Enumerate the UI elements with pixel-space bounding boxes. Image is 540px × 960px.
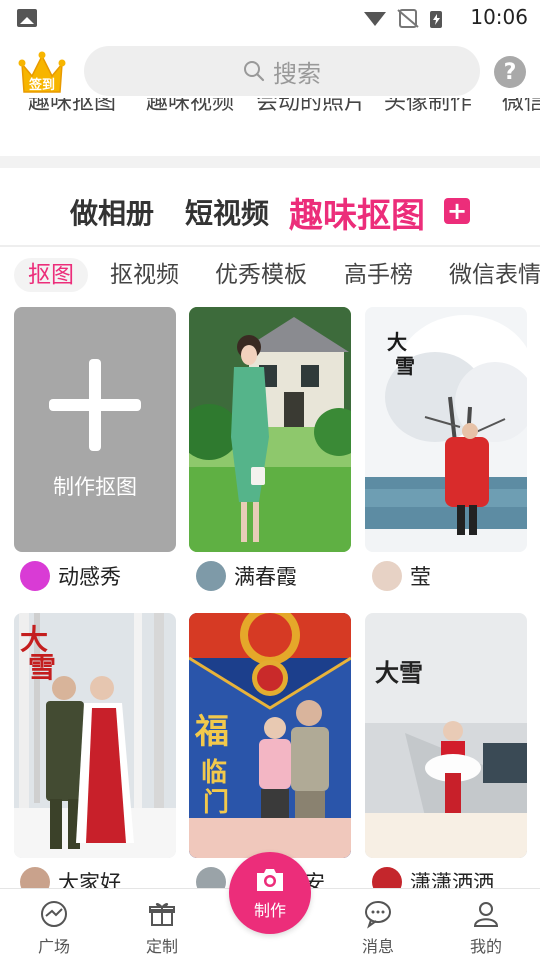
- search-icon: [244, 61, 265, 82]
- nav-label: 消息: [361, 937, 394, 956]
- svg-text:雪: 雪: [28, 651, 56, 684]
- tab-short-video[interactable]: 短视频: [185, 192, 269, 232]
- status-bar: 10:06: [0, 0, 540, 36]
- nav-plaza[interactable]: 广场: [14, 899, 94, 957]
- avatar: [196, 561, 226, 591]
- plaza-icon: [41, 901, 67, 927]
- nav-label: 我的: [469, 937, 502, 956]
- make-cutout-card[interactable]: 制作抠图: [14, 307, 176, 552]
- post-author[interactable]: 满春霞: [196, 558, 297, 594]
- post-author[interactable]: 动感秀: [20, 558, 121, 594]
- profile-icon: [473, 902, 499, 927]
- post-image[interactable]: 大 雪: [14, 613, 176, 858]
- tab-album[interactable]: 做相册: [70, 192, 154, 232]
- subtab-cutout[interactable]: 抠图: [14, 258, 88, 292]
- nav-custom[interactable]: 定制: [122, 899, 202, 957]
- app-screen: 10:06 签到 搜索 ? 趣味抠图 趣味视频 会动的照片 头像制作 微信 做相…: [0, 0, 540, 960]
- svg-text:大雪: 大雪: [375, 658, 423, 687]
- nav-messages[interactable]: 消息: [338, 899, 418, 957]
- post-author[interactable]: 莹: [372, 558, 431, 594]
- crown-icon: 签到: [18, 51, 66, 93]
- category-item[interactable]: 趣味抠图: [28, 98, 116, 116]
- subtab-templates[interactable]: 优秀模板: [215, 258, 307, 292]
- category-row: 趣味抠图 趣味视频 会动的照片 头像制作 微信: [0, 98, 540, 122]
- nav-label: 广场: [37, 937, 70, 956]
- message-icon: [365, 901, 391, 929]
- snow-tree-photo: 大 雪: [365, 307, 527, 552]
- svg-text:福: 福: [194, 712, 229, 752]
- svg-text:临: 临: [201, 757, 227, 788]
- category-item[interactable]: 趣味视频: [146, 98, 234, 116]
- nav-profile[interactable]: 我的: [446, 899, 526, 957]
- make-cutout-label: 制作抠图: [53, 474, 137, 499]
- subtab-wechat-stickers[interactable]: 微信表情: [449, 258, 540, 292]
- clock: 10:06: [470, 5, 528, 29]
- snow-street-woman-photo: 大雪: [365, 613, 527, 858]
- gallery-notification-icon: [17, 9, 37, 27]
- snow-couple-photo: 大 雪: [14, 613, 176, 858]
- help-button[interactable]: ?: [494, 56, 526, 88]
- svg-text:大: 大: [387, 330, 407, 354]
- nav-label: 定制: [145, 937, 178, 956]
- category-item[interactable]: 微信: [502, 98, 540, 116]
- checkin-crown-button[interactable]: 签到: [18, 50, 66, 96]
- make-label: 制作: [253, 901, 286, 920]
- category-item[interactable]: 头像制作: [384, 98, 472, 116]
- post-image[interactable]: [189, 307, 351, 552]
- author-name: 满春霞: [234, 565, 297, 589]
- avatar: [20, 561, 50, 591]
- camera-icon: [257, 869, 283, 891]
- subtab-leaderboard[interactable]: 高手榜: [344, 258, 413, 292]
- make-button[interactable]: 制作: [229, 852, 311, 934]
- status-icons: [364, 9, 442, 28]
- tab-fun-cutout[interactable]: 趣味抠图: [289, 188, 425, 237]
- woman-garden-photo: [189, 307, 351, 552]
- plus-icon: +: [446, 197, 468, 225]
- avatar: [372, 561, 402, 591]
- fu-card-couple-photo: 福 临 门: [189, 613, 351, 858]
- post-image[interactable]: 大 雪: [365, 307, 527, 552]
- author-name: 莹: [410, 565, 431, 589]
- subtab-cutout-video[interactable]: 抠视频: [110, 258, 179, 292]
- post-image[interactable]: 福 临 门: [189, 613, 351, 858]
- gift-icon: [149, 903, 175, 926]
- post-image[interactable]: 大雪: [365, 613, 527, 858]
- author-name: 动感秀: [58, 565, 121, 589]
- plus-icon: [49, 358, 141, 451]
- add-tab-button[interactable]: +: [444, 198, 470, 224]
- search-bar[interactable]: 搜索: [84, 46, 480, 96]
- help-icon: ?: [503, 59, 517, 85]
- search-placeholder: 搜索: [273, 59, 321, 88]
- tabs-divider: [0, 245, 540, 247]
- category-item[interactable]: 会动的照片: [256, 98, 366, 116]
- wifi-icon: [364, 12, 386, 26]
- svg-text:雪: 雪: [395, 354, 415, 378]
- section-separator: [0, 156, 540, 168]
- checkin-label: 签到: [28, 77, 55, 93]
- svg-text:门: 门: [203, 788, 229, 818]
